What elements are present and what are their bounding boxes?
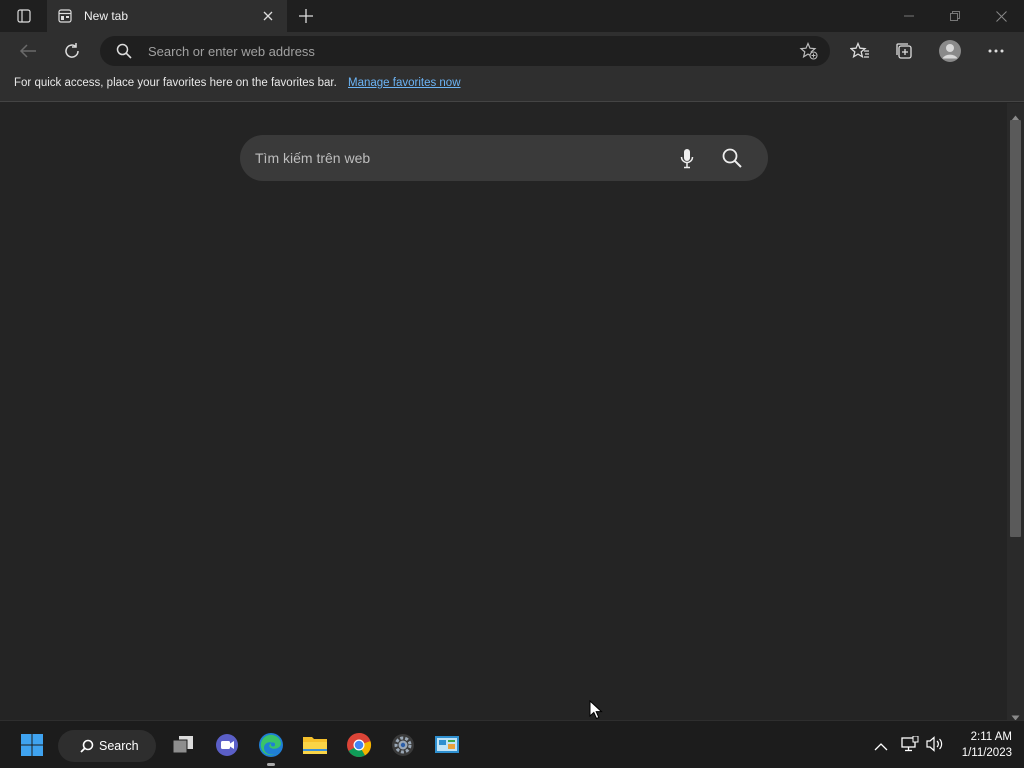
vertical-scrollbar[interactable] — [1007, 103, 1024, 721]
new-tab-button[interactable] — [296, 6, 316, 26]
system-clock[interactable]: 2:11 AM 1/11/2023 — [950, 729, 1012, 761]
settings-icon[interactable] — [385, 727, 421, 763]
new-tab-page — [0, 103, 1007, 720]
back-icon[interactable] — [14, 37, 42, 65]
favorites-bar: For quick access, place your favorites h… — [0, 70, 1024, 102]
minimize-button[interactable] — [886, 0, 932, 32]
web-search-icon[interactable] — [722, 148, 742, 173]
taskbar-search-label: Search — [99, 739, 139, 753]
tab-title: New tab — [84, 9, 129, 23]
edge-icon[interactable] — [253, 727, 289, 766]
search-icon — [80, 739, 94, 753]
refresh-icon[interactable] — [58, 37, 86, 65]
browser-toolbar — [0, 32, 1024, 70]
network-icon[interactable] — [901, 735, 919, 757]
clock-date: 1/11/2023 — [961, 747, 1012, 759]
title-bar: New tab — [0, 0, 1024, 32]
new-tab-page-icon — [58, 9, 72, 23]
more-options-icon[interactable] — [982, 37, 1010, 65]
favorites-bar-message: For quick access, place your favorites h… — [14, 77, 337, 89]
profile-avatar-icon[interactable] — [936, 37, 964, 65]
volume-icon[interactable] — [926, 736, 944, 757]
manage-favorites-link[interactable]: Manage favorites now — [348, 77, 461, 89]
search-icon — [116, 43, 132, 64]
chat-icon[interactable] — [209, 727, 245, 763]
tab-new-tab[interactable]: New tab — [47, 0, 287, 32]
taskbar-search-button[interactable]: Search — [58, 730, 156, 762]
close-tab-icon[interactable] — [260, 8, 276, 24]
taskbar: Search 2:11 AM 1/11/2023 — [0, 720, 1024, 768]
start-icon[interactable] — [14, 727, 50, 763]
file-explorer-icon[interactable] — [297, 727, 333, 763]
running-indicator — [267, 763, 275, 766]
show-hidden-icons-icon[interactable] — [874, 738, 888, 756]
address-input[interactable] — [148, 42, 748, 60]
mouse-cursor-icon — [589, 699, 603, 725]
add-favorite-icon[interactable] — [799, 41, 819, 65]
collections-icon[interactable] — [890, 37, 918, 65]
tab-actions-icon[interactable] — [14, 7, 34, 25]
microphone-icon[interactable] — [680, 148, 694, 175]
close-window-button[interactable] — [978, 0, 1024, 32]
scrollbar-thumb[interactable] — [1010, 120, 1021, 537]
restore-button[interactable] — [932, 0, 978, 32]
clock-time: 2:11 AM — [970, 731, 1012, 743]
task-view-icon[interactable] — [165, 727, 201, 763]
chrome-icon[interactable] — [341, 727, 377, 763]
address-bar[interactable] — [100, 36, 830, 66]
web-search-input[interactable] — [255, 149, 655, 167]
control-panel-icon[interactable] — [429, 727, 465, 763]
web-search-box[interactable] — [240, 135, 768, 181]
favorites-icon[interactable] — [846, 37, 874, 65]
